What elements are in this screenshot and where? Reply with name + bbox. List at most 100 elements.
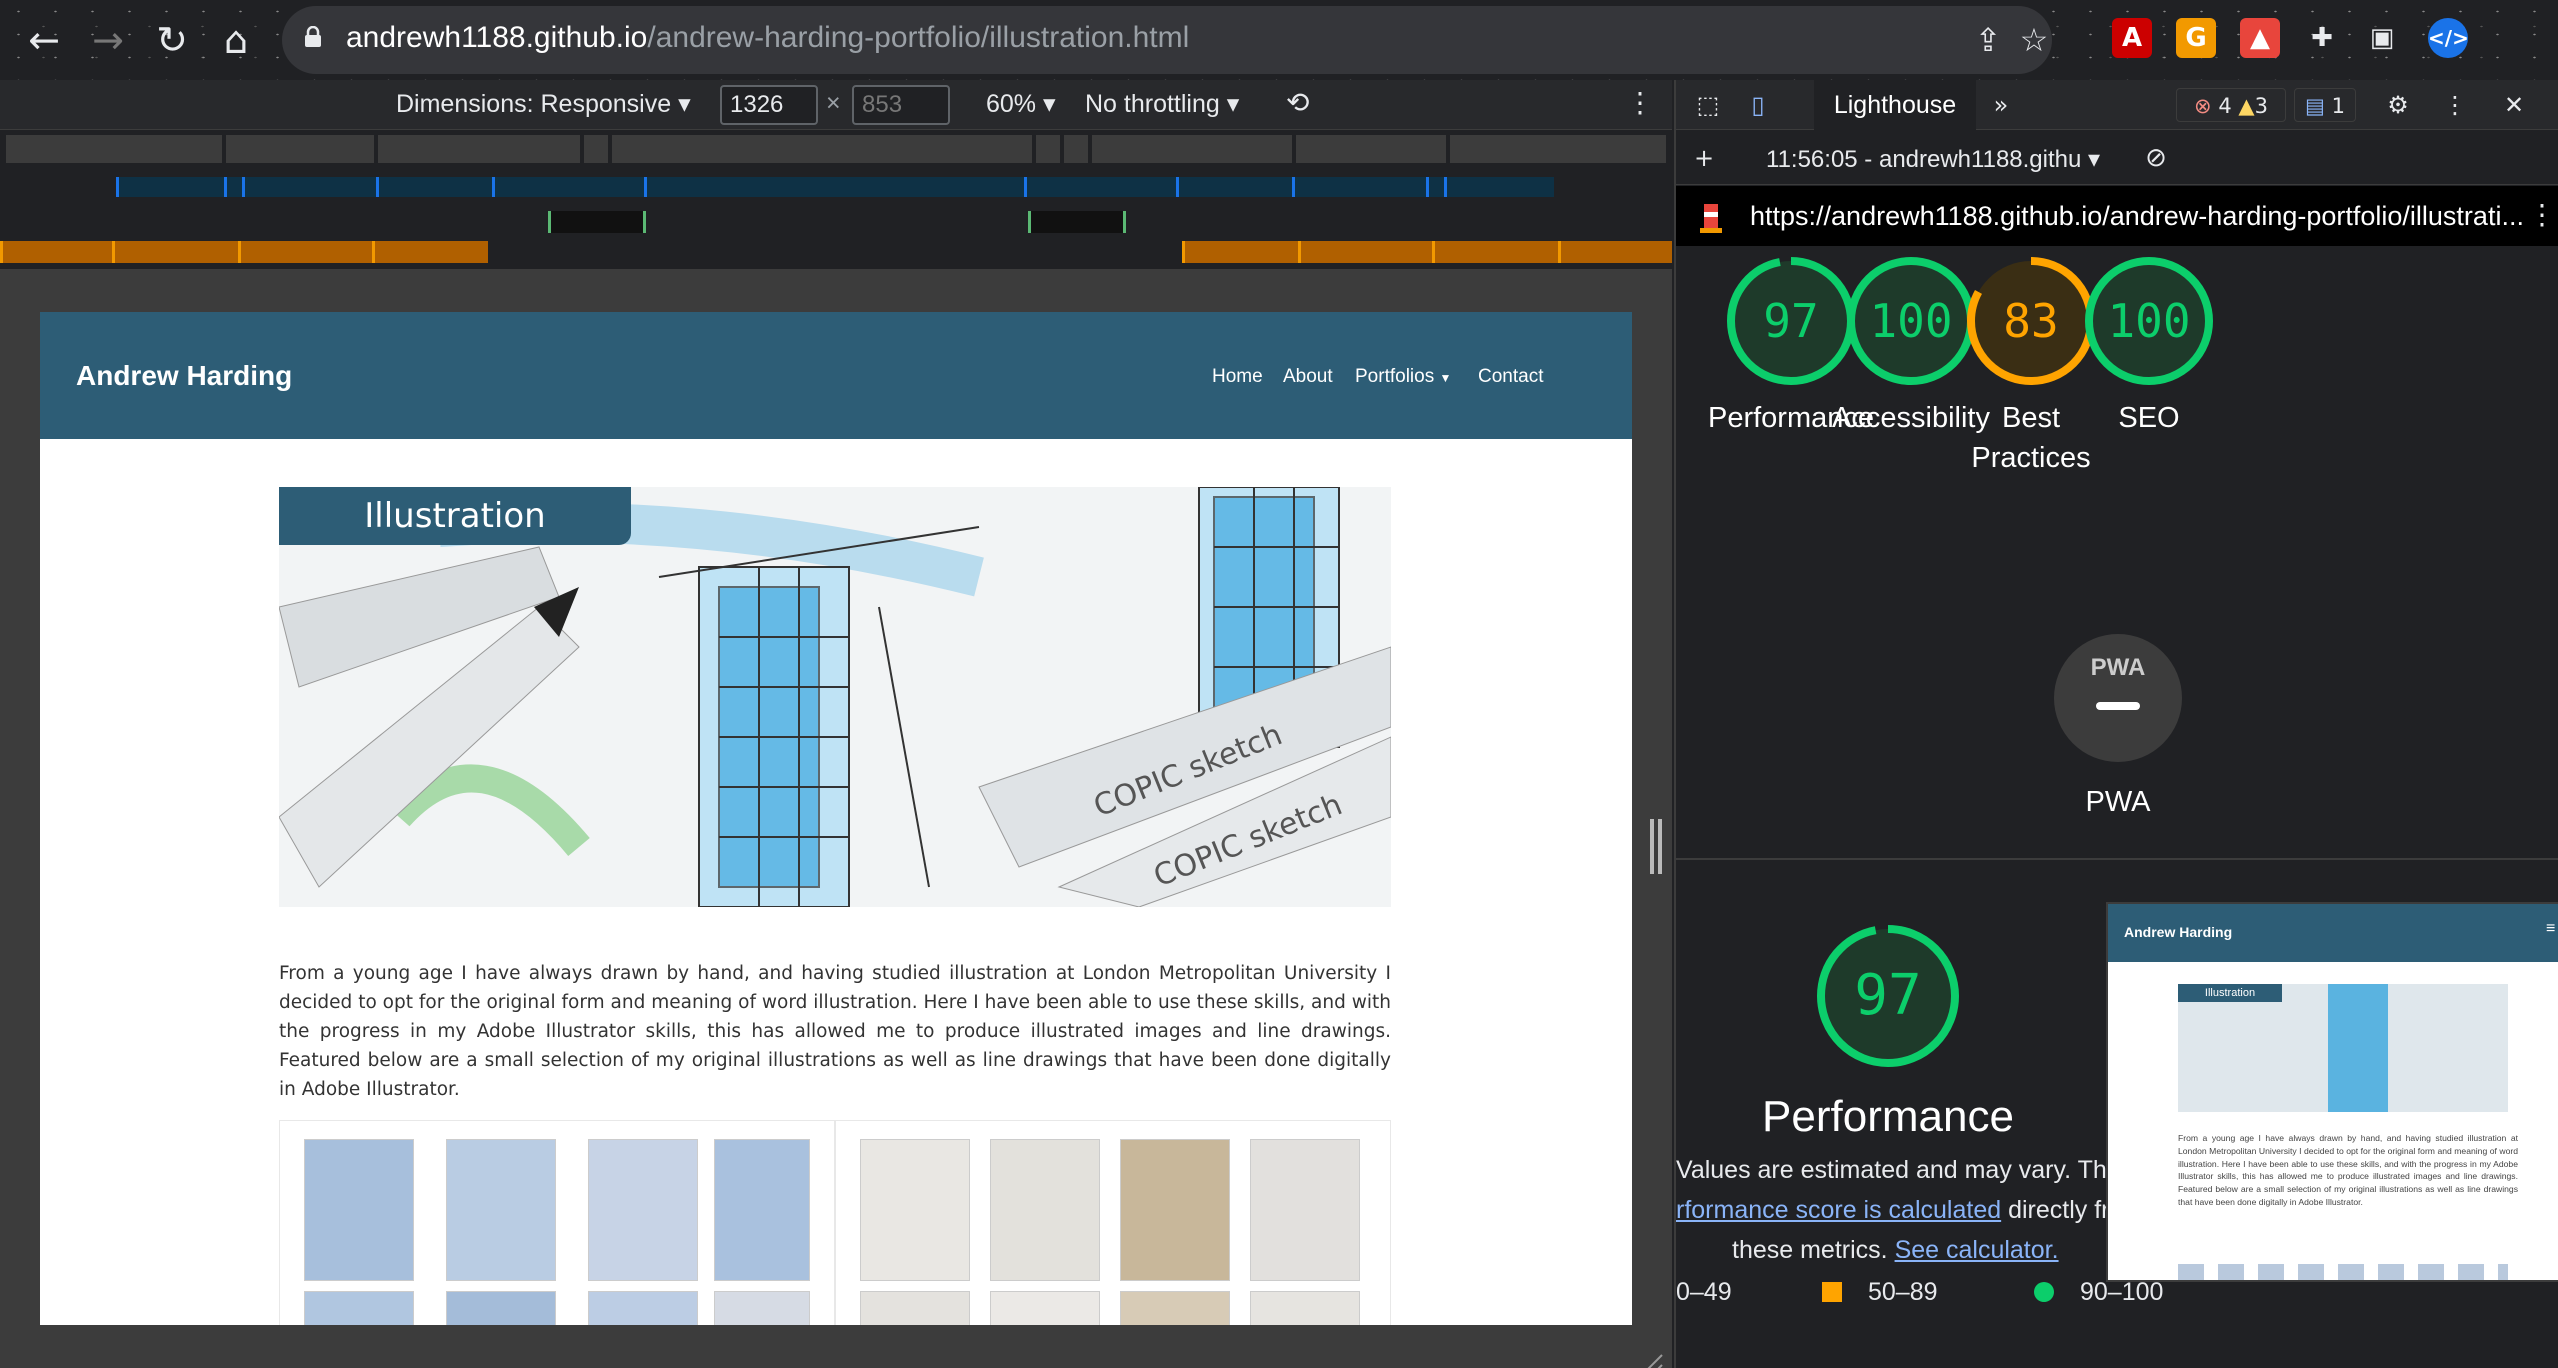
new-report-icon[interactable]: + <box>1686 141 1722 175</box>
message-counter[interactable]: ▤ 1 <box>2294 88 2356 122</box>
address-bar[interactable]: andrewh1188.github.io/andrew-harding-por… <box>282 6 2052 74</box>
close-icon[interactable]: ✕ <box>2496 88 2532 122</box>
bookmark-star-icon[interactable]: ☆ <box>2016 22 2052 58</box>
perf-note-line1: Values are estimated and may vary. The <box>1676 1156 2106 1184</box>
gallery-thumbnail[interactable] <box>304 1139 414 1281</box>
device-toolbar: Dimensions: Responsive ▾ 1326 × 853 60% … <box>0 80 1672 130</box>
gallery-thumbnail[interactable] <box>860 1139 970 1281</box>
gallery-thumbnail[interactable] <box>588 1291 698 1325</box>
score-gauge-seo[interactable]: 100 <box>2084 256 2214 386</box>
url-text[interactable]: andrewh1188.github.io/andrew-harding-por… <box>346 21 1189 55</box>
nav-about[interactable]: About <box>1283 366 1333 388</box>
lighthouse-report-bar: + 11:56:05 - andrewh1188.githu ▾ ⊘ <box>1676 131 2558 185</box>
gallery-thumbnail[interactable] <box>1120 1291 1230 1325</box>
site-brand[interactable]: Andrew Harding <box>76 360 292 392</box>
throttling-dropdown[interactable]: No throttling ▾ <box>1085 89 1239 119</box>
warning-icon: ▲ <box>2238 94 2255 118</box>
lighthouse-report: 97 Performance 100 Accessibility 83 Best Prac… <box>1676 246 2558 1368</box>
resize-handle-right[interactable] <box>1650 819 1662 874</box>
rotate-icon[interactable]: ⟲ <box>1286 86 1309 119</box>
back-icon[interactable]: ← <box>18 14 70 66</box>
resize-corner-icon[interactable] <box>1638 1351 1664 1368</box>
report-selector[interactable]: 11:56:05 - andrewh1188.githu ▾ <box>1766 145 2100 174</box>
zoom-dropdown[interactable]: 60% ▾ <box>986 89 1056 119</box>
devtools-tabbar: ⬚ ▯ Lighthouse » ⊗ 4 ▲3 ▤ 1 ⚙ ⋮ ✕ <box>1676 80 2558 130</box>
more-options-icon[interactable]: ⋮ <box>1626 86 1654 119</box>
hamburger-icon: ≡ <box>2546 920 2556 937</box>
puzzle-extensions-icon[interactable]: ✚ <box>2302 18 2342 58</box>
emulated-viewport: Andrew Harding Home About Portfolios ▼ C… <box>0 269 1672 1368</box>
honey-extension-icon[interactable]: G <box>2176 18 2216 58</box>
clear-report-icon[interactable]: ⊘ <box>2138 141 2174 175</box>
thumb-brand: Andrew Harding <box>2124 924 2233 940</box>
legend-fail: 0–49 <box>1676 1278 1732 1306</box>
score-value: 97 <box>1763 294 1819 348</box>
dash-icon <box>2096 702 2140 710</box>
device-toggle-icon[interactable]: ▯ <box>1740 88 1776 122</box>
gallery-thumbnail[interactable] <box>714 1139 810 1281</box>
error-warning-counter[interactable]: ⊗ 4 ▲3 <box>2176 88 2286 122</box>
description-paragraph: From a young age I have always drawn by … <box>279 963 1391 1100</box>
gallery-thumbnail[interactable] <box>1250 1139 1360 1281</box>
performance-score-large: 97 <box>1854 963 1922 1028</box>
reload-icon[interactable]: ↻ <box>146 14 198 66</box>
gallery-thumbnail[interactable] <box>990 1291 1100 1325</box>
code-extension-icon[interactable]: </> <box>2428 18 2469 58</box>
hero-title: Illustration <box>279 487 631 545</box>
score-value: 100 <box>1869 294 1953 348</box>
score-value: 100 <box>2107 294 2191 348</box>
score-label: SEO <box>2118 402 2180 434</box>
tab-lighthouse[interactable]: Lighthouse <box>1814 80 1976 130</box>
pwa-badge[interactable]: PWA <box>2054 634 2182 762</box>
nav-portfolios[interactable]: Portfolios ▼ <box>1355 366 1451 388</box>
nav-home[interactable]: Home <box>1212 366 1263 388</box>
media-query-bars <box>0 131 1672 249</box>
home-icon[interactable]: ⌂ <box>210 14 262 66</box>
dimension-separator: × <box>826 89 841 117</box>
inspect-element-icon[interactable]: ⬚ <box>1690 88 1726 122</box>
gallery-line-drawings <box>835 1120 1391 1325</box>
legend-average-square-icon <box>1822 1282 1842 1302</box>
browser-toolbar: ← → ↻ ⌂ andrewh1188.github.io/andrew-har… <box>0 0 2558 80</box>
score-value: 83 <box>2003 294 2059 348</box>
perf-note-line2: directly fro <box>2008 1196 2106 1224</box>
gallery-thumbnail[interactable] <box>446 1291 556 1325</box>
score-gauge-performance[interactable]: 97 <box>1726 256 1856 386</box>
gallery-thumbnail[interactable] <box>860 1291 970 1325</box>
devtools-menu-icon[interactable]: ⋮ <box>2440 88 2470 122</box>
gallery-thumbnail[interactable] <box>446 1139 556 1281</box>
site-navbar: Andrew Harding Home About Portfolios ▼ C… <box>40 312 1632 439</box>
legend-pass-circle-icon <box>2034 1282 2054 1302</box>
width-input[interactable]: 1326 <box>720 85 818 125</box>
pwa-badge-text: PWA <box>2090 654 2146 681</box>
gallery-thumbnail[interactable] <box>990 1139 1100 1281</box>
devtools-panel: ⬚ ▯ Lighthouse » ⊗ 4 ▲3 ▤ 1 ⚙ ⋮ ✕ + 11:5… <box>1674 80 2558 1368</box>
gallery-thumbnail[interactable] <box>304 1291 414 1325</box>
report-menu-icon[interactable]: ⋮ <box>2528 198 2556 231</box>
final-screenshot[interactable]: Andrew Harding ≡ Illustration From a you… <box>2106 902 2558 1282</box>
thumb-navbar: Andrew Harding ≡ <box>2108 904 2558 962</box>
nav-contact[interactable]: Contact <box>1478 366 1543 388</box>
message-icon: ▤ <box>2305 94 2325 118</box>
hero-image: COPIC sketch COPIC sketch Illustration <box>279 487 1391 907</box>
window-extension-icon[interactable]: ▣ <box>2362 18 2402 58</box>
more-tabs-icon[interactable]: » <box>1986 88 2016 122</box>
gallery-thumbnail[interactable] <box>588 1139 698 1281</box>
dimensions-dropdown[interactable]: Dimensions: Responsive ▾ <box>396 89 691 119</box>
score-calculated-link[interactable]: rformance score is calculated <box>1676 1196 2001 1224</box>
score-gauge-accessibility[interactable]: 100 <box>1846 256 1976 386</box>
perf-note-line3: these metrics. <box>1732 1236 1888 1264</box>
share-icon[interactable]: ⇪ <box>1970 22 2006 58</box>
gallery-thumbnail[interactable] <box>1250 1291 1360 1325</box>
forward-icon[interactable]: → <box>82 14 134 66</box>
gallery-thumbnail[interactable] <box>1120 1139 1230 1281</box>
lighthouse-extension-icon[interactable]: ▲ <box>2240 18 2280 58</box>
height-input[interactable]: 853 <box>852 85 950 125</box>
report-url[interactable]: https://andrewh1188.github.io/andrew-har… <box>1750 201 2524 232</box>
lighthouse-logo-icon <box>1700 204 1722 233</box>
settings-gear-icon[interactable]: ⚙ <box>2380 88 2416 122</box>
score-gauge-best-practices[interactable]: 83 <box>1966 256 2096 386</box>
see-calculator-link[interactable]: See calculator. <box>1895 1236 2059 1264</box>
gallery-thumbnail[interactable] <box>714 1291 810 1325</box>
pdf-extension-icon[interactable]: A <box>2112 18 2152 58</box>
